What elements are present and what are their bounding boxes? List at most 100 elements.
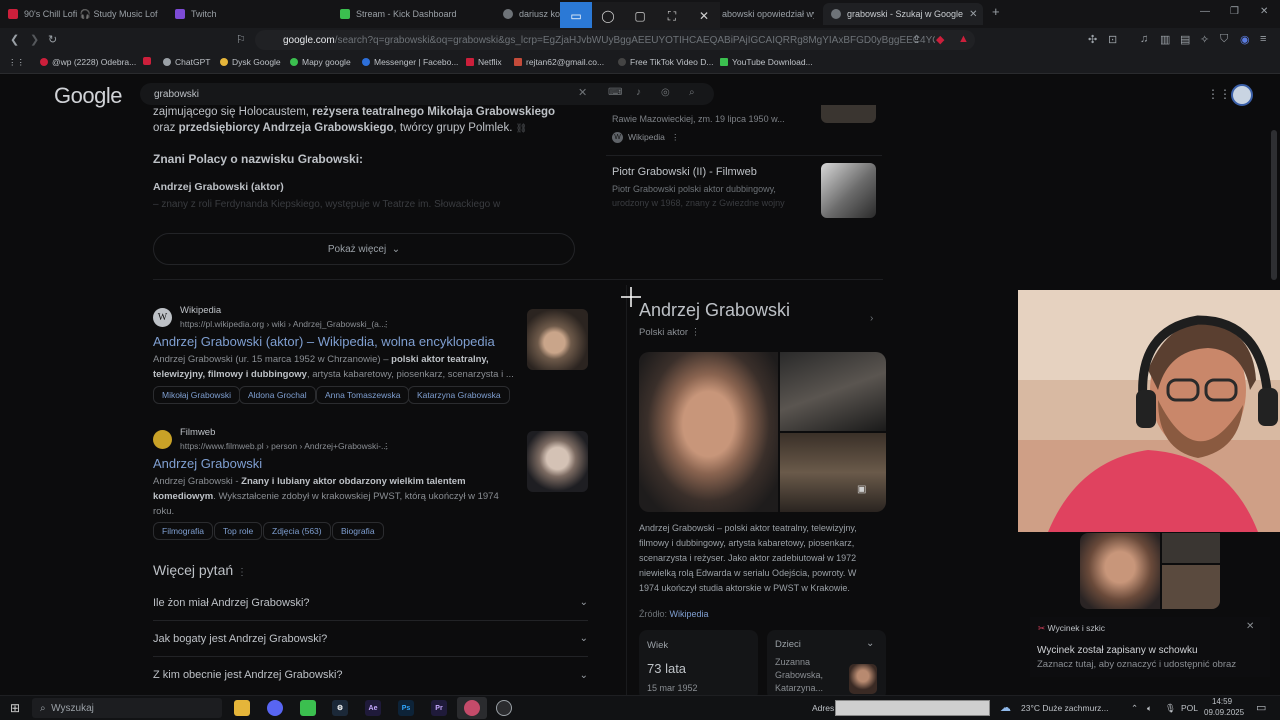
steam-icon[interactable]: ⚙ <box>332 700 348 716</box>
reload-icon[interactable]: ↻ <box>48 33 57 46</box>
paa-question-2[interactable]: Jak bogaty jest Andrzej Grabowski? ⌄ <box>153 621 588 657</box>
microphone-tray-icon[interactable]: 🎙︎ <box>1165 703 1176 714</box>
clock-date[interactable]: 09.09.2025 <box>1204 708 1244 717</box>
menu-icon[interactable]: ≡ <box>1260 33 1266 45</box>
music-icon[interactable]: ♫ <box>1140 33 1148 45</box>
search-icon[interactable]: ⌕ <box>689 87 695 98</box>
tab-lofi[interactable]: 90's Chill Lofi 🎧 Study Music Lofi R <box>8 3 158 25</box>
bookmark-youtube-downloader[interactable]: YouTube Download... <box>720 57 813 67</box>
windows-start-icon[interactable]: ⊞ <box>10 701 20 715</box>
chip-related-4[interactable]: Katarzyna Grabowska <box>408 386 510 404</box>
extensions-icon[interactable]: ✣ <box>1088 33 1097 46</box>
tab-kick[interactable]: Stream - Kick Dashboard <box>340 3 490 25</box>
shield-extension-icon[interactable]: ◆ <box>936 33 944 46</box>
result-2-title[interactable]: Andrzej Grabowski <box>153 456 262 471</box>
page-scrollbar[interactable] <box>1271 130 1277 280</box>
rectangle-snip-icon[interactable]: ▭ <box>560 2 592 30</box>
age-card[interactable]: Wiek 73 lata 15 mar 1952 <box>639 630 758 695</box>
chip-related-2[interactable]: Aldona Grochal <box>239 386 316 404</box>
forward-icon[interactable]: ❯ <box>30 33 39 46</box>
back-icon[interactable]: ❮ <box>10 33 19 46</box>
more-options-icon[interactable]: ⋮ <box>382 441 391 452</box>
new-tab-button[interactable]: + <box>992 4 1000 19</box>
maximize-button[interactable]: ❐ <box>1230 6 1239 17</box>
chevron-up-icon[interactable]: ⌃ <box>1131 703 1138 714</box>
bookmark-messenger[interactable]: Messenger | Facebo... <box>362 57 458 67</box>
bookmark-gmail[interactable]: rejtan62@gmail.co... <box>514 57 604 67</box>
chip-top-role[interactable]: Top role <box>214 522 263 540</box>
result-2-url[interactable]: https://www.filmweb.pl › person › Andrze… <box>180 441 388 451</box>
ai-icon[interactable]: ✧ <box>1200 33 1209 46</box>
close-snip-icon[interactable]: ✕ <box>688 2 720 30</box>
bookmark-wp[interactable]: @wp (2228) Odebra... <box>40 57 136 67</box>
address-toolbar-input[interactable] <box>835 700 990 716</box>
side-title-2[interactable]: Piotr Grabowski (II) - Filmweb <box>612 166 757 178</box>
bookmark-tiktok[interactable]: Free TikTok Video D... <box>618 57 713 67</box>
chip-zdjecia[interactable]: Zdjęcia (563) <box>263 522 331 540</box>
knowledge-main-photo[interactable] <box>639 352 778 512</box>
chip-related-1[interactable]: Mikołaj Grabowski <box>153 386 240 404</box>
side-thumb-1[interactable] <box>821 105 876 123</box>
more-options-icon[interactable]: ⋮ <box>671 132 680 143</box>
browser-icon[interactable] <box>464 700 480 716</box>
piotr-grabowski-photo[interactable] <box>821 163 876 218</box>
fullscreen-snip-icon[interactable]: ⛶ <box>656 2 688 30</box>
share-icon[interactable]: ⇪ <box>912 33 921 46</box>
search-input[interactable]: grabowski <box>140 83 714 105</box>
apps-grid-icon[interactable]: ⋮⋮ <box>8 57 25 68</box>
photoshop-icon[interactable]: Ps <box>398 700 414 716</box>
weather-text[interactable]: 23°C Duże zachmurz... <box>1021 703 1109 713</box>
language-indicator[interactable]: POL <box>1181 703 1198 713</box>
paa-question-3[interactable]: Z kim obecnie jest Andrzej Grabowski? ⌄ <box>153 657 588 693</box>
after-effects-icon[interactable]: Ae <box>365 700 381 716</box>
clock-time[interactable]: 14:59 <box>1212 697 1232 706</box>
file-explorer-icon[interactable] <box>234 700 250 716</box>
taskbar-search[interactable]: ⌕ Wyszukaj <box>32 698 222 718</box>
more-options-icon[interactable]: ⋮ <box>382 319 391 330</box>
chip-related-3[interactable]: Anna Tomaszewska <box>316 386 410 404</box>
bookmark-netflix[interactable]: Netflix <box>466 57 502 67</box>
result-1-title[interactable]: Andrzej Grabowski (aktor) – Wikipedia, w… <box>153 334 495 349</box>
bookmark-chatgpt[interactable]: ChatGPT <box>163 57 210 67</box>
knowledge-photo-3[interactable] <box>780 433 886 512</box>
profile-icon[interactable]: ◉ <box>1240 33 1250 46</box>
more-options-icon[interactable]: ⋮ <box>691 327 701 338</box>
more-options-icon[interactable]: ⋮ <box>237 567 247 578</box>
result-2-thumbnail[interactable] <box>527 431 588 492</box>
tab-dariusz[interactable]: dariusz kow <box>503 3 561 25</box>
result-1-url[interactable]: https://pl.wikipedia.org › wiki › Andrze… <box>180 319 386 329</box>
bookmark-icon[interactable]: ⚐ <box>236 33 246 46</box>
bookmark-maps[interactable]: Mapy google <box>290 57 351 67</box>
lens-icon[interactable]: ◎ <box>661 87 670 98</box>
bookmark-drive[interactable]: Dysk Google <box>220 57 281 67</box>
paa-question-1[interactable]: Ile żon miał Andrzej Grabowski? ⌄ <box>153 585 588 621</box>
avatar[interactable] <box>1231 84 1253 106</box>
address-bar[interactable]: google.com/search?q=grabowski&oq=grabows… <box>255 30 975 50</box>
tab-grabowski-active[interactable]: grabowski - Szukaj w Google ✕ <box>823 3 983 25</box>
close-notification-icon[interactable]: ✕ <box>1246 621 1254 632</box>
children-card[interactable]: Dzieci ⌄ Zuzanna Grabowska, Katarzyna... <box>767 630 886 695</box>
microphone-icon[interactable]: ♪ <box>636 87 641 98</box>
image-gallery-icon[interactable]: ▣ <box>857 484 866 495</box>
freeform-snip-icon[interactable]: ◯ <box>592 2 624 30</box>
wallet-icon[interactable]: ▤ <box>1180 33 1190 46</box>
sidebar-icon[interactable]: ▥ <box>1160 33 1170 46</box>
show-more-button[interactable]: Pokaż więcej ⌄ <box>153 233 575 265</box>
chip-biografia[interactable]: Biografia <box>332 522 384 540</box>
chevron-right-icon[interactable]: › <box>870 313 873 324</box>
obs-icon[interactable] <box>496 700 512 716</box>
keyboard-icon[interactable]: ⌨ <box>608 87 622 98</box>
close-window-button[interactable]: ✕ <box>1260 6 1268 17</box>
google-logo[interactable]: Google <box>54 83 122 109</box>
window-snip-icon[interactable]: ▢ <box>624 2 656 30</box>
chip-filmografia[interactable]: Filmografia <box>153 522 214 540</box>
warning-extension-icon[interactable]: ▲ <box>958 33 969 45</box>
youtube-bookmark-icon[interactable] <box>143 57 155 65</box>
result-1-thumbnail[interactable] <box>527 309 588 370</box>
vpn-icon[interactable]: ⛉ <box>1220 33 1228 46</box>
notification-center-icon[interactable]: ▭ <box>1256 701 1266 714</box>
speaker-icon[interactable]: 🔈︎ <box>1147 703 1152 714</box>
tab-twitch[interactable]: Twitch <box>175 3 325 25</box>
tab-opowiedzial[interactable]: abowski opowiedział wyb <box>722 3 814 25</box>
clear-search-icon[interactable]: ✕ <box>578 86 587 99</box>
